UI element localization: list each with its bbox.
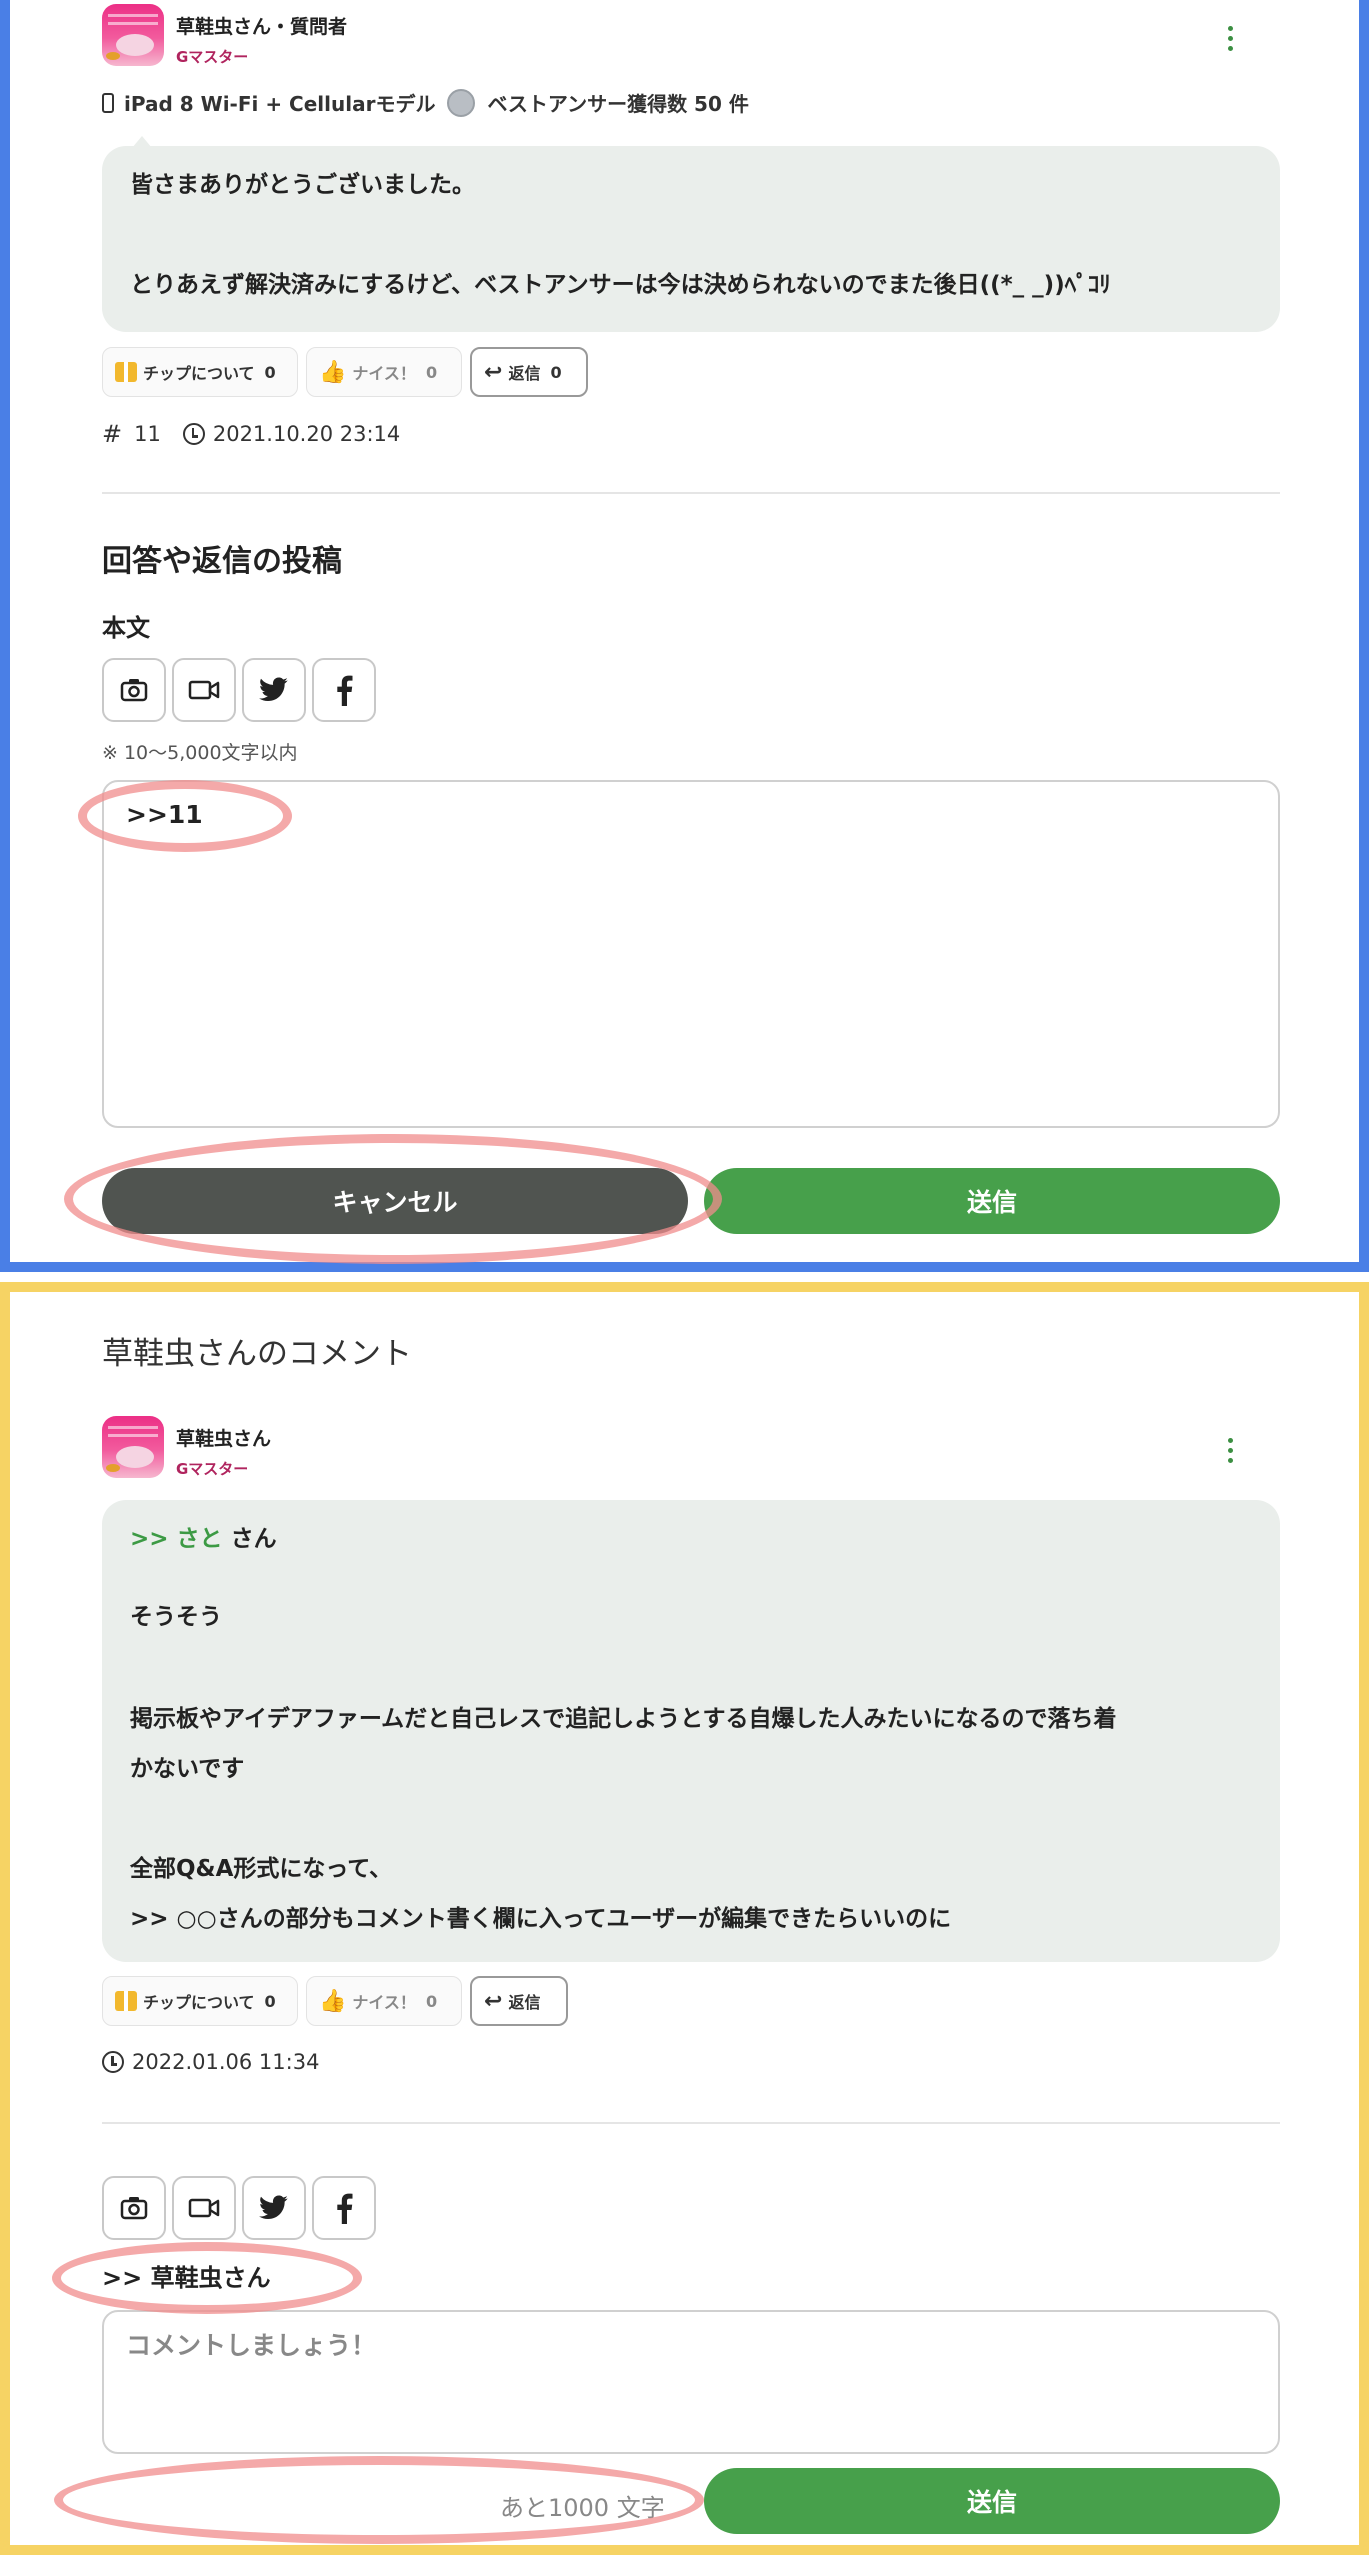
twitter-icon[interactable] [242, 2176, 306, 2240]
thumbs-up-icon: 👍 [319, 359, 347, 385]
nice-button[interactable]: 👍 ナイス！ 0 [306, 1976, 462, 2026]
avatar[interactable] [102, 4, 164, 66]
section-title: 草鞋虫さんのコメント [102, 1336, 412, 1372]
video-icon[interactable] [172, 658, 236, 722]
answer-panel: 草鞋虫さん・質問者 Gマスター iPad 8 Wi-Fi + Cellularモ… [0, 0, 1369, 1272]
timestamp: 2022.01.06 11:34 [132, 2050, 320, 2074]
comment-bubble: >> さと さん そうそう 掲示板やアイデアファームだと自己レスで追記しようとす… [102, 1500, 1280, 1962]
reaction-bar: チップについて 0 👍 ナイス！ 0 ↩ 返信 [102, 1976, 568, 2026]
message-line: >> ○○さんの部分もコメント書く欄に入ってユーザーが編集できたらいいのに [130, 1906, 952, 1932]
reply-target: >> 草鞋虫さん [102, 2264, 271, 2292]
post-meta: # 11 2021.10.20 23:14 [102, 420, 400, 448]
silver-medal-icon [447, 88, 476, 117]
message-line: とりあえず解決済みにするけど、ベストアンサーは今は決められないのでまた後日((*… [130, 272, 1111, 298]
remaining-chars: あと1000 文字 [500, 2494, 665, 2522]
rank-badge: Gマスター [176, 48, 249, 66]
tip-button[interactable]: チップについて 0 [102, 1976, 298, 2026]
nice-button[interactable]: 👍 ナイス！ 0 [306, 347, 462, 397]
hash-icon: # [102, 420, 123, 448]
reaction-bar: チップについて 0 👍 ナイス！ 0 ↩ 返信 0 [102, 347, 588, 397]
answer-textarea[interactable]: >>11 [102, 780, 1280, 1128]
send-button[interactable]: 送信 [704, 2468, 1280, 2534]
clock-icon [182, 423, 205, 445]
device-name: iPad 8 Wi-Fi + Cellularモデル [124, 92, 436, 116]
send-button[interactable]: 送信 [704, 1168, 1280, 1234]
body-label: 本文 [102, 614, 150, 642]
post-number[interactable]: 11 [134, 422, 161, 446]
user-name[interactable]: 草鞋虫さん・質問者 [176, 12, 347, 39]
mention-link[interactable]: >> さと [130, 1526, 223, 1552]
twitter-icon[interactable] [242, 658, 306, 722]
message-line: 掲示板やアイデアファームだと自己レスで追記しようとする自爆した人みたいになるので… [130, 1706, 1117, 1732]
message-line: 皆さまありがとうございました。 [130, 172, 475, 198]
camera-icon[interactable] [102, 658, 166, 722]
more-menu-icon[interactable] [1228, 1438, 1234, 1468]
answer-bubble: 皆さまありがとうございました。 とりあえず解決済みにするけど、ベストアンサーは今… [102, 136, 1280, 332]
form-heading: 回答や返信の投稿 [102, 544, 342, 579]
camera-icon[interactable] [102, 2176, 166, 2240]
avatar[interactable] [102, 1416, 164, 1478]
post-meta: 2022.01.06 11:34 [102, 2050, 319, 2074]
tablet-icon [102, 92, 114, 113]
best-answer-count: ベストアンサー獲得数 50 件 [487, 92, 749, 116]
textarea-value: >>11 [126, 800, 203, 829]
reply-mention: >> さと さん [130, 1526, 277, 1552]
more-menu-icon[interactable] [1228, 26, 1234, 56]
user-name[interactable]: 草鞋虫さん [176, 1424, 271, 1451]
timestamp: 2021.10.20 23:14 [212, 422, 401, 446]
thumbs-up-icon: 👍 [319, 1988, 347, 2014]
comment-placeholder: コメントしましょう！ [126, 2331, 377, 2360]
divider [102, 492, 1280, 494]
reply-button[interactable]: ↩ 返信 [470, 1976, 568, 2026]
message-line: そうそう [130, 1604, 222, 1630]
cancel-button[interactable]: キャンセル [102, 1168, 688, 1234]
video-icon[interactable] [172, 2176, 236, 2240]
reply-arrow-icon: ↩ [484, 359, 503, 385]
message-line: かないです [130, 1756, 245, 1782]
reply-button[interactable]: ↩ 返信 0 [470, 347, 588, 397]
clock-icon [102, 2051, 124, 2073]
media-toolbar [102, 658, 376, 722]
tip-button[interactable]: チップについて 0 [102, 347, 298, 397]
message-line: 全部Q&A形式になって、 [130, 1856, 393, 1882]
facebook-icon[interactable] [312, 2176, 376, 2240]
rank-badge: Gマスター [176, 1460, 249, 1478]
facebook-icon[interactable] [312, 658, 376, 722]
divider [102, 2122, 1280, 2124]
device-line: iPad 8 Wi-Fi + Cellularモデル ベストアンサー獲得数 50… [102, 88, 749, 117]
comment-textarea[interactable]: コメントしましょう！ [102, 2310, 1280, 2454]
media-toolbar [102, 2176, 376, 2240]
gift-icon [115, 1991, 137, 2011]
gift-icon [115, 362, 137, 382]
reply-arrow-icon: ↩ [484, 1988, 503, 2014]
char-limit-note: ※ 10〜5,000文字以内 [102, 742, 298, 764]
comment-panel: 草鞋虫さんのコメント 草鞋虫さん Gマスター >> さと さん そうそう 掲示板… [0, 1282, 1369, 2555]
